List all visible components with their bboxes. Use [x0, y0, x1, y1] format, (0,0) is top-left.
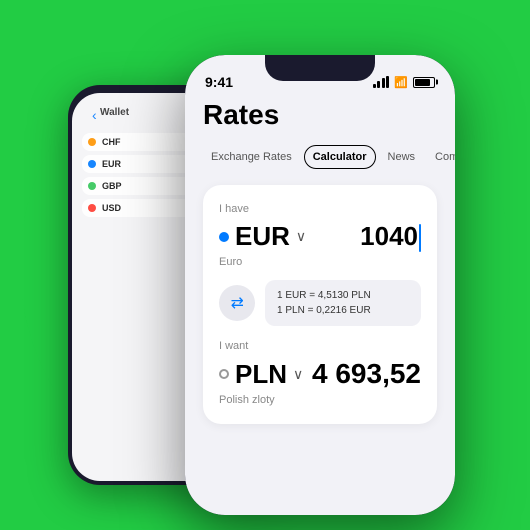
swap-section: ⇅ 1 EUR = 4,5130 PLN 1 PLN = 0,2216 EUR — [219, 280, 421, 326]
from-amount[interactable]: 1040 — [360, 221, 421, 252]
status-time: 9:41 — [205, 74, 233, 90]
currency-dot — [88, 138, 96, 146]
to-currency-dot — [219, 369, 229, 379]
to-currency-name: Polish zloty — [219, 394, 421, 406]
to-currency-selector[interactable]: PLN ∨ — [219, 359, 303, 390]
to-amount: 4 693,52 — [312, 358, 421, 390]
wifi-icon: 📶 — [394, 76, 408, 89]
rate-line-2: 1 PLN = 0,2216 EUR — [277, 303, 409, 318]
rate-box: 1 EUR = 4,5130 PLN 1 PLN = 0,2216 EUR — [265, 280, 421, 326]
swap-arrows-icon: ⇅ — [227, 296, 247, 309]
to-currency-code: PLN — [235, 359, 287, 390]
text-cursor — [419, 224, 421, 252]
tab-bar: Exchange Rates Calculator News Commentar… — [203, 145, 437, 169]
to-currency-row: PLN ∨ 4 693,52 — [219, 358, 421, 390]
phone-main: 9:41 📶 Rates — [185, 55, 455, 515]
battery-icon — [413, 77, 435, 88]
app-content: Rates Exchange Rates Calculator News Com… — [185, 99, 455, 424]
tab-exchange-rates[interactable]: Exchange Rates — [203, 146, 300, 168]
phone-notch — [265, 55, 375, 81]
tab-calculator[interactable]: Calculator — [304, 145, 376, 169]
from-currency-name: Euro — [219, 256, 421, 268]
from-currency-row: EUR ∨ 1040 — [219, 221, 421, 252]
page-title: Rates — [203, 99, 437, 131]
signal-icon — [373, 76, 390, 88]
swap-button[interactable]: ⇅ — [219, 285, 255, 321]
from-currency-dot — [219, 232, 229, 242]
currency-dot — [88, 182, 96, 190]
back-wallet-title: Wallet — [100, 107, 129, 118]
back-chevron-icon: ‹ — [92, 107, 97, 123]
currency-dot — [88, 160, 96, 168]
calculator-card: I have EUR ∨ 1040 Euro — [203, 185, 437, 424]
rate-line-1: 1 EUR = 4,5130 PLN — [277, 288, 409, 303]
from-currency-selector[interactable]: EUR ∨ — [219, 221, 306, 252]
from-chevron-down-icon: ∨ — [296, 228, 306, 245]
status-icons: 📶 — [373, 76, 435, 89]
from-currency-code: EUR — [235, 221, 290, 252]
to-chevron-down-icon: ∨ — [293, 366, 303, 383]
background-circle: ‹ Wallet CHF 1 CH… EUR 1 EU… GBP 1 — [20, 20, 510, 510]
want-label: I want — [219, 340, 421, 352]
tab-news[interactable]: News — [380, 146, 424, 168]
tab-commentaries[interactable]: Commentaries — [427, 146, 455, 168]
currency-dot — [88, 204, 96, 212]
have-label: I have — [219, 203, 421, 215]
